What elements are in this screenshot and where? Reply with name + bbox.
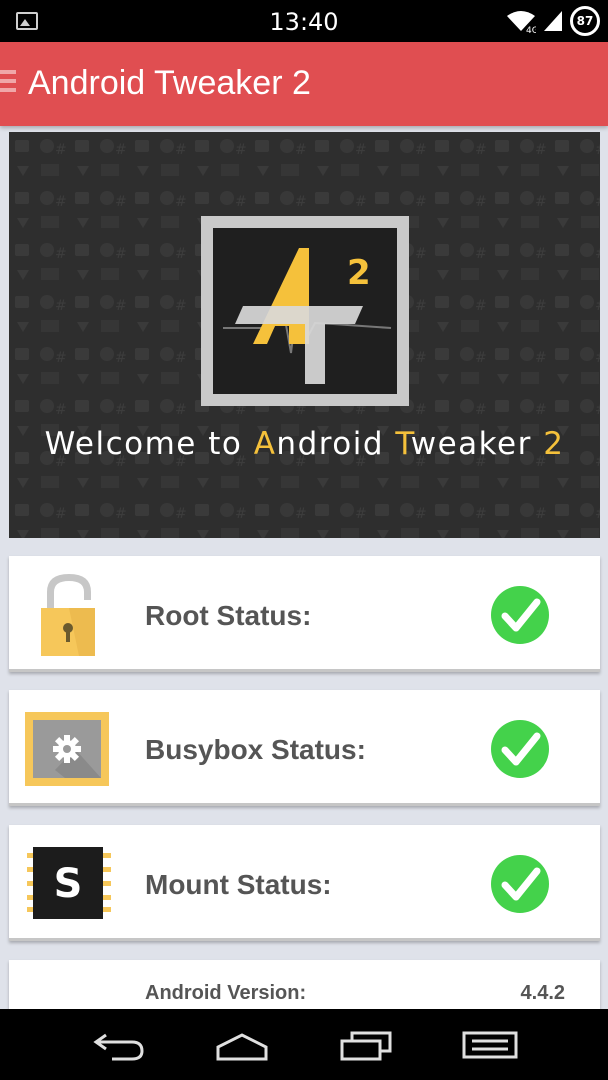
home-icon[interactable] [212, 1027, 272, 1063]
mount-chip-icon: S [27, 847, 111, 919]
mount-status-card[interactable]: S Mount Status: [9, 825, 600, 941]
welcome-part: ndroid [276, 426, 396, 462]
busybox-gear-icon [25, 712, 109, 786]
back-icon[interactable] [88, 1027, 148, 1063]
busybox-status-card[interactable]: Busybox Status: [9, 690, 600, 806]
app-bar: Android Tweaker 2 [0, 42, 608, 126]
recents-icon[interactable] [336, 1027, 396, 1063]
svg-text:4G: 4G [526, 26, 536, 33]
navigation-bar [0, 1009, 608, 1080]
battery-level: 87 [576, 14, 594, 28]
signal-icon [544, 11, 562, 31]
welcome-text: Welcome to Android Tweaker 2 [9, 426, 600, 462]
overflow-menu-icon[interactable] [460, 1027, 520, 1063]
status-icons: 4G 87 [506, 6, 600, 36]
welcome-part: weaker [410, 426, 544, 462]
wifi-icon: 4G [507, 11, 536, 33]
check-icon [491, 720, 549, 778]
android-version-value: 4.4.2 [520, 982, 565, 1004]
welcome-highlight: T [395, 426, 411, 462]
mount-status-label: Mount Status: [145, 869, 332, 900]
android-version-label: Android Version: [145, 982, 307, 1004]
root-status-card[interactable]: Root Status: [9, 556, 600, 672]
welcome-part: Welcome to [44, 426, 254, 462]
welcome-highlight: 2 [543, 426, 565, 462]
menu-icon[interactable] [0, 70, 18, 98]
busybox-status-label: Busybox Status: [145, 734, 366, 765]
welcome-highlight: A [253, 426, 277, 462]
app-title: Android Tweaker 2 [28, 64, 311, 102]
battery-icon: 87 [570, 6, 600, 36]
svg-text:2: 2 [347, 253, 371, 293]
welcome-banner: # 2 Welcome to Android Tweaker 2 [9, 132, 600, 538]
check-icon [491, 586, 549, 644]
root-status-label: Root Status: [145, 600, 312, 631]
svg-text:S: S [54, 861, 83, 907]
unlocked-padlock-icon [41, 574, 95, 656]
app-logo: 2 [201, 216, 409, 406]
status-bar: 13:40 4G 87 [0, 0, 608, 42]
check-icon [491, 855, 549, 913]
